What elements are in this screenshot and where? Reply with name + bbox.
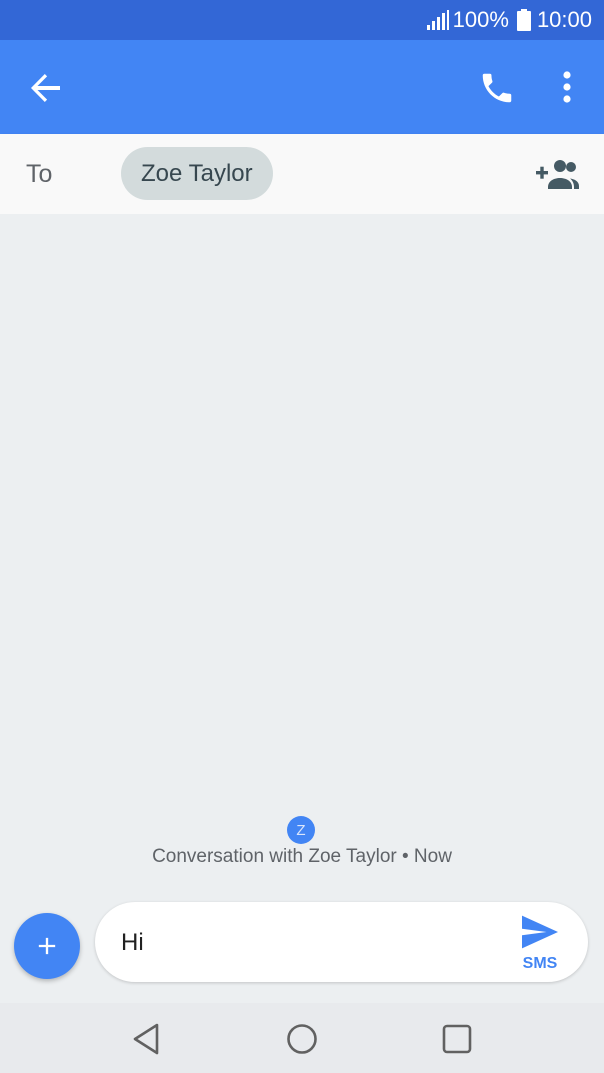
more-vert-icon — [563, 71, 571, 103]
nav-back-button[interactable] — [127, 1019, 167, 1059]
recents-square-icon — [442, 1024, 472, 1054]
app-bar — [0, 40, 604, 134]
avatar-letter: Z — [296, 821, 306, 839]
battery-icon — [516, 9, 531, 31]
back-triangle-icon — [133, 1023, 159, 1055]
more-options-button[interactable] — [553, 68, 581, 106]
add-icon — [38, 937, 56, 955]
compose-bar: SMS — [95, 902, 588, 982]
navigation-bar — [0, 1003, 604, 1073]
battery-percent: 100% — [452, 7, 509, 32]
message-input[interactable] — [119, 922, 503, 964]
conversation-info: Conversation with Zoe Taylor • Now — [152, 846, 452, 867]
back-button[interactable] — [28, 70, 64, 106]
conversation-area[interactable] — [0, 214, 604, 890]
send-icon — [522, 915, 558, 949]
recipient-chip-label: Zoe Taylor — [141, 159, 253, 187]
add-person-icon — [536, 160, 579, 189]
nav-recents-button[interactable] — [437, 1019, 477, 1059]
messages-screen: 100% 10:00 To Zoe Taylor Z Conversation … — [0, 0, 604, 1073]
add-recipient-button[interactable] — [534, 156, 580, 192]
avatar: Z — [287, 816, 315, 844]
recipient-bar: To Zoe Taylor — [0, 134, 604, 214]
add-attachment-button[interactable] — [14, 913, 80, 979]
send-sms-button[interactable]: SMS — [515, 914, 565, 974]
phone-icon — [482, 73, 512, 103]
back-arrow-icon — [31, 74, 60, 102]
home-circle-icon — [287, 1024, 317, 1054]
clock: 10:00 — [536, 7, 592, 32]
send-type-label: SMS — [522, 955, 558, 972]
signal-icon — [426, 10, 449, 30]
status-bar: 100% 10:00 — [0, 0, 604, 40]
nav-home-button[interactable] — [282, 1019, 322, 1059]
recipient-chip[interactable]: Zoe Taylor — [121, 147, 273, 200]
call-button[interactable] — [478, 69, 516, 107]
to-label: To — [26, 160, 53, 188]
